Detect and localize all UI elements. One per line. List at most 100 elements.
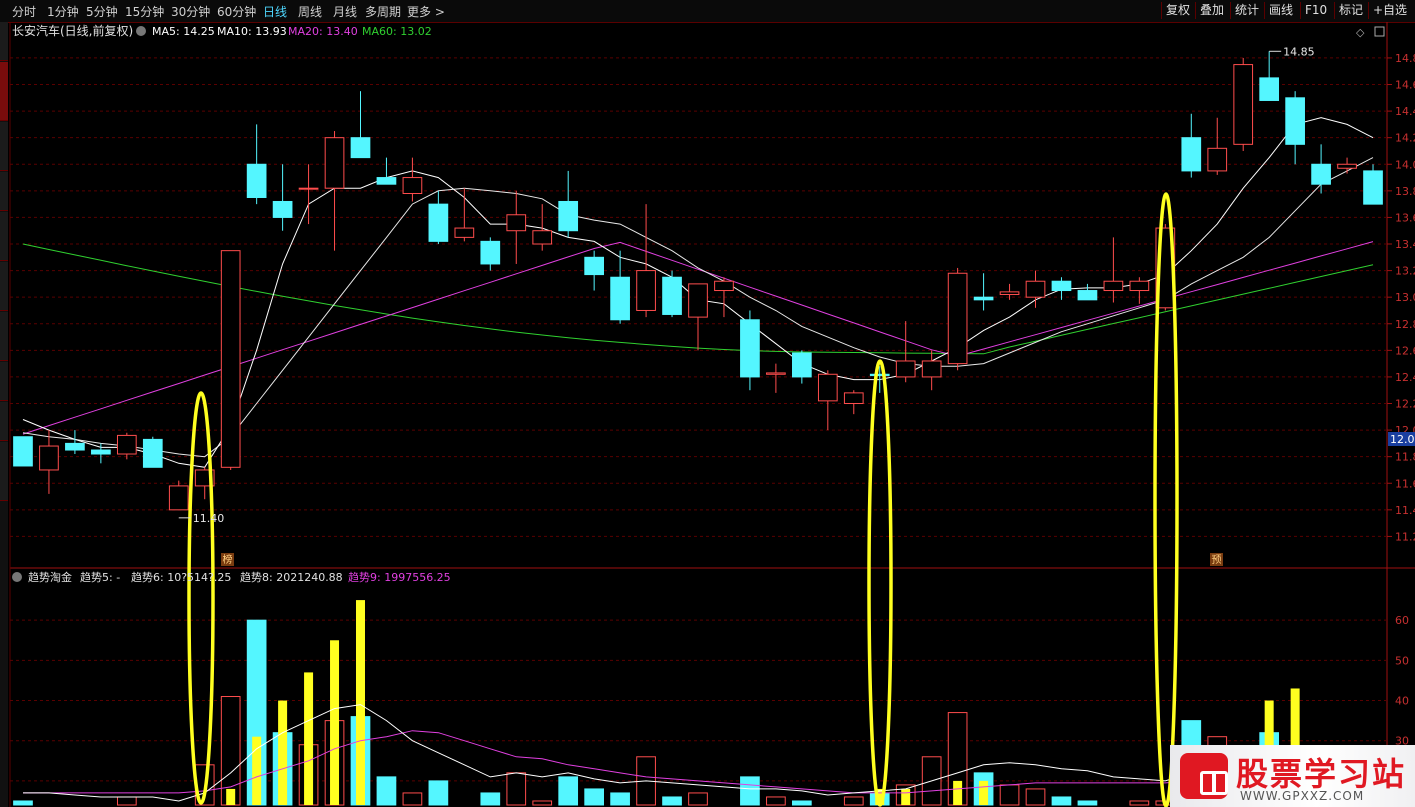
candle-body[interactable] — [39, 445, 59, 471]
candle-body[interactable] — [662, 276, 682, 315]
volume-bar[interactable] — [116, 796, 137, 806]
candle-body[interactable] — [428, 203, 449, 242]
volume-tick-label: 60 — [1395, 614, 1409, 627]
volume-bar[interactable] — [740, 776, 760, 806]
candle-body[interactable] — [91, 449, 111, 455]
candle-body[interactable] — [116, 434, 137, 455]
candle-body[interactable] — [272, 200, 293, 218]
price-tick-label: 11.4 — [1395, 504, 1415, 517]
candle-body[interactable] — [220, 250, 241, 468]
volume-bar[interactable] — [220, 696, 241, 806]
volume-bar[interactable] — [610, 792, 630, 806]
candle-body[interactable] — [402, 177, 423, 195]
price-tick-label: 13.6 — [1395, 211, 1415, 224]
candle-body[interactable] — [947, 272, 968, 365]
volume-bar[interactable] — [532, 800, 553, 806]
legend-settings-icon[interactable] — [136, 26, 146, 36]
volume-bar[interactable] — [402, 792, 423, 806]
volume-bar[interactable] — [792, 800, 812, 806]
candle-body[interactable] — [246, 163, 267, 198]
volume-bar[interactable] — [843, 796, 864, 806]
signal-bar — [953, 780, 963, 805]
price-tick-label: 11.2 — [1395, 530, 1415, 543]
candle-body[interactable] — [792, 352, 812, 378]
candle-body[interactable] — [714, 280, 734, 292]
candle-body[interactable] — [324, 137, 345, 189]
candle-body[interactable] — [843, 392, 864, 405]
candle-body[interactable] — [869, 373, 890, 377]
candle-body[interactable] — [1207, 147, 1228, 172]
volume-bar[interactable] — [480, 792, 501, 806]
candle-body[interactable] — [740, 319, 760, 378]
candle-body[interactable] — [1337, 163, 1357, 169]
signal-bar — [330, 640, 340, 805]
volume-bar[interactable] — [1129, 800, 1150, 806]
signal-bar — [278, 700, 288, 805]
candle-body[interactable] — [817, 373, 838, 402]
price-tick-label: 12.8 — [1395, 318, 1415, 331]
candle-body[interactable] — [921, 360, 942, 378]
price-tick-label: 12.6 — [1395, 344, 1415, 357]
candle-body[interactable] — [688, 283, 708, 318]
candle-body[interactable] — [350, 137, 371, 159]
volume-bar[interactable] — [662, 796, 682, 806]
candle-body[interactable] — [584, 256, 604, 276]
price-tick-label: 11.6 — [1395, 477, 1415, 490]
volume-bar[interactable] — [584, 788, 604, 806]
book-icon — [1180, 753, 1228, 799]
volume-bar[interactable] — [688, 792, 708, 806]
volume-bar[interactable] — [376, 776, 397, 806]
candle-body[interactable] — [973, 296, 994, 301]
candle-body[interactable] — [1077, 290, 1098, 301]
candle-body[interactable] — [1025, 280, 1046, 298]
candle-body[interactable] — [298, 187, 319, 190]
candle-body[interactable] — [636, 270, 656, 311]
volume-bar[interactable] — [999, 784, 1020, 806]
volume-bar[interactable] — [1077, 800, 1098, 806]
candle-body[interactable] — [13, 436, 33, 467]
signal-bar — [355, 600, 365, 805]
volume-bar[interactable] — [1051, 796, 1072, 806]
candle-body[interactable] — [610, 276, 630, 321]
candle-body[interactable] — [1051, 280, 1072, 292]
candle-body[interactable] — [168, 485, 189, 511]
price-tick-label: 14.2 — [1395, 132, 1415, 145]
volume-bar[interactable] — [558, 776, 579, 806]
indicator-settings-icon[interactable] — [12, 572, 22, 582]
volume-bar[interactable] — [428, 780, 449, 806]
volume-bar[interactable] — [1025, 788, 1046, 806]
badge-right: 预 — [1212, 554, 1222, 566]
candle-body[interactable] — [999, 291, 1020, 296]
maximize-icon[interactable] — [1374, 26, 1385, 37]
candle-body[interactable] — [1363, 170, 1383, 205]
candle-body[interactable] — [480, 240, 501, 265]
candle-body[interactable] — [1311, 163, 1331, 185]
candle-body[interactable] — [454, 227, 475, 238]
volume-bar[interactable] — [766, 796, 786, 806]
candle-body[interactable] — [1285, 97, 1305, 145]
volume-bar[interactable] — [506, 772, 527, 806]
candle-body[interactable] — [506, 214, 527, 232]
candle-body[interactable] — [766, 372, 786, 375]
trend8-legend: 趋势8: 2021240.88 — [240, 571, 343, 584]
trend6-legend: 趋势6: 10?514?.25 — [131, 571, 231, 584]
signal-ellipse — [187, 391, 215, 805]
candle-body[interactable] — [532, 230, 553, 245]
candle-body[interactable] — [1233, 64, 1254, 145]
candle-body[interactable] — [142, 438, 163, 468]
candle-body[interactable] — [1259, 77, 1280, 101]
price-tick-label: 14.6 — [1395, 79, 1415, 92]
trend5-legend: 趋势5: - — [80, 571, 120, 584]
candle-body[interactable] — [1181, 137, 1202, 172]
candle-body[interactable] — [558, 200, 579, 232]
kline-chart[interactable]: 11.2 11.4 11.6 11.8 12.0 12.2 12.4 12.6 12.8 13.0… — [0, 0, 1415, 807]
candle-body[interactable] — [895, 360, 916, 378]
candle-body[interactable] — [1129, 280, 1150, 292]
low-label: 11.40 — [193, 512, 225, 525]
price-tick-label: 14.0 — [1395, 158, 1415, 171]
candle-body[interactable] — [65, 442, 85, 451]
candle-body[interactable] — [376, 177, 397, 185]
ma10-legend: MA10: 13.93 — [217, 25, 287, 38]
volume-bar[interactable] — [13, 800, 33, 806]
candle-body[interactable] — [1103, 280, 1124, 292]
